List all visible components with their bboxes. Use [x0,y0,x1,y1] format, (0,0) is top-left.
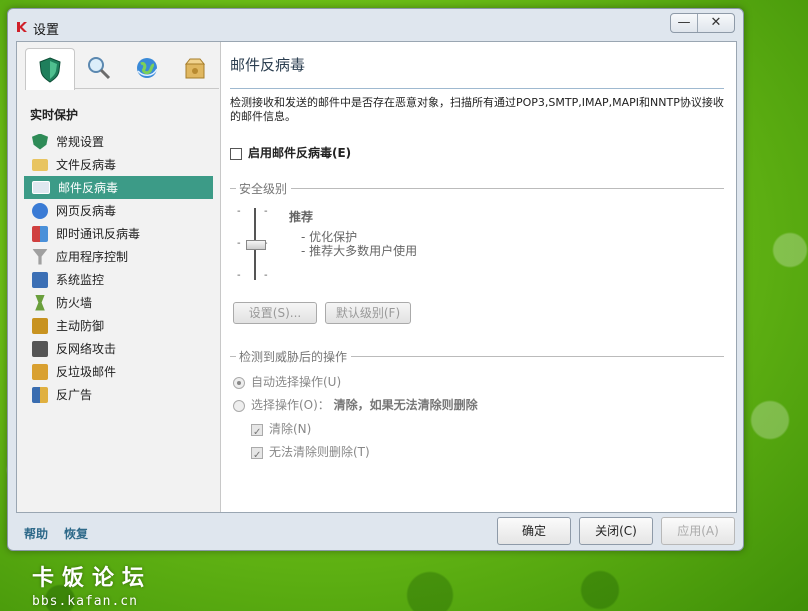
sidebar-item-system-watcher[interactable]: 系统监控 [24,268,213,291]
enable-label: 启用邮件反病毒(E) [248,146,352,160]
settings-window: 设置 — ✕ 实时保护 常规设置 文件反病毒 邮件反病毒 网页反病毒 即时通讯反… [7,8,744,551]
security-level-group: 安全级别 [230,180,724,197]
title-bar[interactable]: 设置 — ✕ [8,9,743,41]
shield-icon [32,133,48,150]
window-title: 设置 [33,23,60,38]
page-title: 邮件反病毒 [230,56,306,74]
network-attack-icon [32,340,48,357]
checkbox-box[interactable] [251,423,263,436]
divider [230,188,236,189]
default-level-button[interactable]: 默认级别(F) [325,302,411,324]
divider [230,356,236,357]
restore-link[interactable]: 恢复 [64,525,88,542]
globe-icon [137,58,158,78]
divider [291,188,724,189]
level-description: - 优化保护 - 推荐大多数用户使用 [301,230,417,258]
divider [351,356,724,357]
sidebar-item-firewall[interactable]: 防火墙 [24,291,213,314]
section-title: 实时保护 [30,108,79,122]
sidebar-item-app-control[interactable]: 应用程序控制 [24,245,213,268]
level-desc-line: - 推荐大多数用户使用 [301,244,418,258]
clean-label: 清除(N) [269,422,312,436]
monitor-icon [32,271,48,288]
radio-indicator[interactable] [233,376,245,389]
help-link[interactable]: 帮助 [24,525,48,542]
tab-scan[interactable] [75,48,123,89]
watermark-url: bbs.kafan.cn [32,594,138,609]
security-level-label: 安全级别 [239,182,288,196]
forum-watermark: 卡饭论坛 bbs.kafan.cn [32,560,152,609]
choose-action-radio[interactable]: 选择操作(O)： 清除，如果无法清除则删除 [233,396,478,413]
funnel-icon [32,248,48,265]
minimize-button[interactable]: — [671,14,697,32]
sidebar-item-general[interactable]: 常规设置 [24,130,213,153]
apply-button[interactable]: 应用(A) [661,517,735,545]
sidebar-item-antibanner[interactable]: 反广告 [24,383,213,406]
description-text: 检测接收和发送的邮件中是否存在恶意对象，扫描所有通过POP3,SMTP,IMAP… [230,96,724,123]
tab-options[interactable] [171,48,219,89]
choose-action-label: 选择操作(O)： [251,398,330,412]
magnifier-icon [88,57,111,80]
settings-nav: 常规设置 文件反病毒 邮件反病毒 网页反病毒 即时通讯反病毒 应用程序控制 系统… [24,130,213,406]
sidebar-item-im-av[interactable]: 即时通讯反病毒 [24,222,213,245]
slider-tick: - [264,206,268,217]
slider-tick: - [237,238,241,249]
footer-bar: 帮助 恢复 确定 关闭(C) 应用(A) [8,511,743,550]
enable-mail-av-checkbox[interactable]: 启用邮件反病毒(E) [230,144,351,161]
slider-tick: - [264,270,268,281]
kaspersky-k-icon [17,22,27,32]
clean-checkbox[interactable]: 清除(N) [251,420,311,437]
chat-icon [32,225,48,242]
close-button[interactable]: 关闭(C) [579,517,653,545]
delete-label: 无法清除则删除(T) [269,445,370,459]
watermark-title: 卡饭论坛 [32,566,153,591]
tab-update[interactable] [123,48,171,89]
firewall-icon [35,294,45,311]
antibanner-icon [32,386,48,403]
tab-protection[interactable] [25,48,75,90]
sidebar-item-antispam[interactable]: 反垃圾邮件 [24,360,213,383]
box-icon [184,58,206,79]
settings-button[interactable]: 设置(S)... [233,302,317,324]
auto-action-radio[interactable]: 自动选择操作(U) [233,373,341,390]
window-controls: — ✕ [670,13,735,33]
auto-action-label: 自动选择操作(U) [251,375,342,389]
ok-button[interactable]: 确定 [497,517,571,545]
slider-tick: - [237,270,241,281]
sidebar-item-mail-av[interactable]: 邮件反病毒 [24,176,213,199]
globe-icon [32,202,48,219]
sidebar-item-proactive[interactable]: 主动防御 [24,314,213,337]
folder-icon [32,158,48,171]
title-divider [230,88,724,89]
level-name: 推荐 [289,210,314,224]
antispam-icon [32,363,48,380]
sidebar-item-network-attack[interactable]: 反网络攻击 [24,337,213,360]
delete-if-fail-checkbox[interactable]: 无法清除则删除(T) [251,443,370,460]
proactive-icon [32,317,48,334]
security-level-slider[interactable]: - - - - - - [237,206,273,281]
sidebar-item-file-av[interactable]: 文件反病毒 [24,153,213,176]
close-window-button[interactable]: ✕ [697,14,734,32]
mail-icon [32,181,50,194]
sidebar: 实时保护 常规设置 文件反病毒 邮件反病毒 网页反病毒 即时通讯反病毒 应用程序… [17,42,221,512]
shield-icon [39,56,61,83]
action-group: 检测到威胁后的操作 [230,348,724,365]
action-group-label: 检测到威胁后的操作 [239,350,348,364]
chosen-action-value: 清除，如果无法清除则删除 [333,398,478,412]
radio-indicator[interactable] [233,399,245,412]
slider-tick: - [237,206,241,217]
checkbox-box[interactable] [230,147,242,160]
main-panel: 邮件反病毒 检测接收和发送的邮件中是否存在恶意对象，扫描所有通过POP3,SMT… [221,42,736,512]
checkbox-box[interactable] [251,446,263,459]
level-desc-line: - 优化保护 [301,230,358,244]
slider-thumb[interactable] [246,240,266,250]
sidebar-item-web-av[interactable]: 网页反病毒 [24,199,213,222]
client-area: 实时保护 常规设置 文件反病毒 邮件反病毒 网页反病毒 即时通讯反病毒 应用程序… [16,41,737,513]
category-tabs [25,48,219,90]
